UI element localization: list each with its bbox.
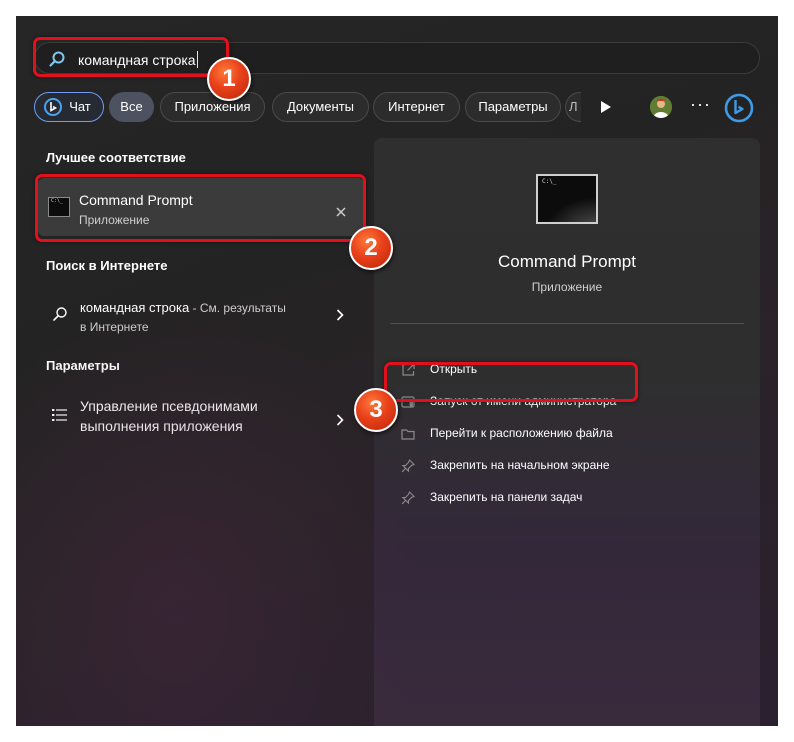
step-badge-3: 3 <box>354 388 398 432</box>
parameters-header: Параметры <box>46 358 120 373</box>
step-badge-2: 2 <box>349 226 393 270</box>
best-match-header: Лучшее соответствие <box>46 150 186 165</box>
highlight-best-match <box>35 174 366 242</box>
filter-apps-button[interactable]: Приложения <box>160 92 265 122</box>
web-result-line2: в Интернете <box>80 320 149 334</box>
action-pin-to-start-label: Закрепить на начальном экране <box>430 458 610 472</box>
action-pin-to-taskbar-label: Закрепить на панели задач <box>430 490 583 504</box>
filter-parameters-label: Параметры <box>478 99 548 114</box>
avatar[interactable] <box>650 96 672 118</box>
filter-apps-label: Приложения <box>174 99 251 114</box>
preview-title: Command Prompt <box>498 252 636 271</box>
filter-documents-button[interactable]: Документы <box>272 92 369 122</box>
divider <box>390 323 744 324</box>
highlight-search-box <box>33 37 229 77</box>
web-result-query: командная строка <box>80 300 190 315</box>
more-options-icon[interactable]: ··· <box>690 94 711 115</box>
folder-icon <box>401 429 415 440</box>
filter-internet-label: Интернет <box>388 99 445 114</box>
action-open-file-location-label: Перейти к расположению файла <box>430 426 613 440</box>
chevron-right-icon[interactable] <box>336 309 344 321</box>
command-prompt-large-icon <box>536 174 598 224</box>
settings-list-icon <box>52 409 67 421</box>
pin-icon <box>401 459 415 473</box>
step-badge-1: 1 <box>207 57 251 101</box>
parameters-result-line1: Управление псевдонимами <box>80 398 258 414</box>
chevron-right-icon[interactable] <box>336 414 344 426</box>
bing-icon[interactable] <box>724 93 754 123</box>
bing-chat-icon <box>44 98 62 116</box>
filter-internet-button[interactable]: Интернет <box>373 92 460 122</box>
filter-parameters-button[interactable]: Параметры <box>465 92 561 122</box>
filter-more-label: Л <box>569 99 578 114</box>
filter-chat-label: Чат <box>69 99 91 114</box>
web-search-result[interactable]: командная строка - См. результаты в Инте… <box>38 292 364 342</box>
filter-documents-label: Документы <box>286 99 354 114</box>
preview-panel: Command Prompt Приложение Открыть Запуск… <box>374 138 760 726</box>
play-icon[interactable] <box>600 100 612 114</box>
pin-icon <box>401 491 415 505</box>
preview-subtitle: Приложение <box>531 280 603 294</box>
filter-all-button[interactable]: Все <box>109 92 154 122</box>
highlight-run-as-admin <box>384 362 638 402</box>
filter-chat-button[interactable]: Чат <box>34 92 104 122</box>
parameters-result[interactable]: Управление псевдонимами выполнения прило… <box>38 392 364 452</box>
search-icon <box>53 307 67 321</box>
web-result-suffix: - См. результаты <box>189 301 286 315</box>
web-result-line1: командная строка - См. результаты <box>80 300 286 315</box>
avatar-image-icon <box>650 96 672 118</box>
web-search-header: Поиск в Интернете <box>46 258 168 273</box>
filter-more-button[interactable]: Л <box>565 92 581 122</box>
parameters-result-line2: выполнения приложения <box>80 418 243 434</box>
filter-all-label: Все <box>120 99 143 114</box>
